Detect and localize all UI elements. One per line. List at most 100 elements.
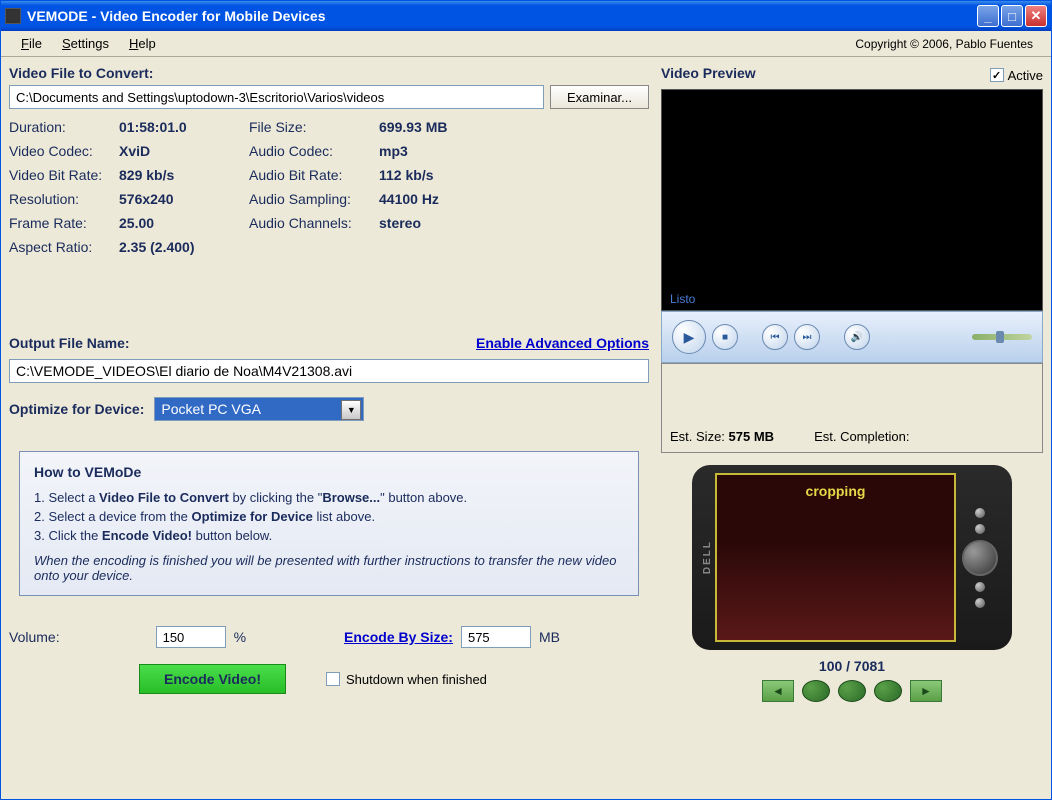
device-select[interactable]: Pocket PC VGA bbox=[154, 397, 364, 421]
active-check-row: ✓ Active bbox=[990, 68, 1043, 83]
frame-play-button[interactable] bbox=[838, 680, 866, 702]
volume-label: Volume: bbox=[9, 629, 60, 645]
frame-counter: 100 / 7081 bbox=[819, 658, 885, 674]
optimize-row: Optimize for Device: Pocket PC VGA bbox=[9, 397, 649, 421]
achannels-label: Audio Channels: bbox=[249, 215, 379, 231]
frame-last-button[interactable]: ► bbox=[910, 680, 942, 702]
frame-fwd-button[interactable] bbox=[874, 680, 902, 702]
menu-file[interactable]: File bbox=[11, 34, 52, 53]
input-file-field[interactable] bbox=[9, 85, 544, 109]
device-screen-text: cropping bbox=[806, 483, 866, 499]
framerate-value: 25.00 bbox=[119, 215, 249, 231]
stop-button[interactable]: ■ bbox=[712, 324, 738, 350]
estimate-box: Est. Size: 575 MB Est. Completion: bbox=[661, 363, 1043, 453]
shutdown-label: Shutdown when finished bbox=[346, 672, 487, 687]
shutdown-checkbox[interactable] bbox=[326, 672, 340, 686]
active-checkbox[interactable]: ✓ bbox=[990, 68, 1004, 82]
volume-size-row: Volume: % Encode By Size: MB bbox=[9, 626, 649, 648]
device-mockup: DELL cropping bbox=[692, 465, 1012, 650]
frame-first-button[interactable]: ◄ bbox=[762, 680, 794, 702]
shutdown-row: Shutdown when finished bbox=[326, 672, 487, 687]
vbitrate-value: 829 kb/s bbox=[119, 167, 249, 183]
device-brand: DELL bbox=[700, 532, 715, 582]
howto-step-1: 1. Select a Video File to Convert by cli… bbox=[34, 490, 624, 505]
howto-step-2: 2. Select a device from the Optimize for… bbox=[34, 509, 624, 524]
left-panel: Video File to Convert: Examinar... Durat… bbox=[9, 65, 649, 791]
abitrate-value: 112 kb/s bbox=[379, 167, 499, 183]
asampling-label: Audio Sampling: bbox=[249, 191, 379, 207]
input-file-label: Video File to Convert: bbox=[9, 65, 649, 81]
active-label: Active bbox=[1008, 68, 1043, 83]
encode-button[interactable]: Encode Video! bbox=[139, 664, 286, 694]
frame-nav: 100 / 7081 ◄ ► bbox=[661, 658, 1043, 702]
device-dpad-icon bbox=[962, 540, 998, 576]
est-completion: Est. Completion: bbox=[814, 429, 909, 444]
howto-step-3: 3. Click the Encode Video! button below. bbox=[34, 528, 624, 543]
volume-slider[interactable] bbox=[972, 334, 1032, 340]
device-dot-icon bbox=[975, 508, 985, 518]
titlebar: VEMODE - Video Encoder for Mobile Device… bbox=[1, 1, 1051, 31]
right-panel: Video Preview ✓ Active Listo ▶ ■ ⏮ ⏭ 🔊 bbox=[661, 65, 1043, 791]
close-button[interactable]: ✕ bbox=[1025, 5, 1047, 27]
output-header-row: Output File Name: Enable Advanced Option… bbox=[9, 335, 649, 355]
window-title: VEMODE - Video Encoder for Mobile Device… bbox=[27, 8, 977, 24]
preview-header: Video Preview ✓ Active bbox=[661, 65, 1043, 85]
output-file-label: Output File Name: bbox=[9, 335, 130, 351]
copyright-text: Copyright © 2006, Pablo Fuentes bbox=[855, 37, 1041, 51]
prev-button[interactable]: ⏮ bbox=[762, 324, 788, 350]
video-info-grid: Duration: 01:58:01.0 File Size: 699.93 M… bbox=[9, 119, 649, 255]
encode-size-label[interactable]: Encode By Size: bbox=[344, 629, 453, 645]
framerate-label: Frame Rate: bbox=[9, 215, 119, 231]
aspect-value: 2.35 (2.400) bbox=[119, 239, 249, 255]
vcodec-value: XviD bbox=[119, 143, 249, 159]
howto-box: How to VEMoDe 1. Select a Video File to … bbox=[19, 451, 639, 596]
encode-size-unit: MB bbox=[539, 629, 560, 645]
play-button[interactable]: ▶ bbox=[672, 320, 706, 354]
preview-status: Listo bbox=[670, 292, 695, 306]
mute-button[interactable]: 🔊 bbox=[844, 324, 870, 350]
asampling-value: 44100 Hz bbox=[379, 191, 499, 207]
menubar: File Settings Help Copyright © 2006, Pab… bbox=[1, 31, 1051, 57]
window-controls: _ □ ✕ bbox=[977, 5, 1047, 27]
menu-settings[interactable]: Settings bbox=[52, 34, 119, 53]
vcodec-label: Video Codec: bbox=[9, 143, 119, 159]
device-dot-icon bbox=[975, 582, 985, 592]
volume-input[interactable] bbox=[156, 626, 226, 648]
acodec-label: Audio Codec: bbox=[249, 143, 379, 159]
optimize-label: Optimize for Device: bbox=[9, 401, 144, 417]
app-window: VEMODE - Video Encoder for Mobile Device… bbox=[0, 0, 1052, 800]
duration-value: 01:58:01.0 bbox=[119, 119, 249, 135]
browse-button[interactable]: Examinar... bbox=[550, 85, 649, 109]
next-button[interactable]: ⏭ bbox=[794, 324, 820, 350]
output-file-field[interactable] bbox=[9, 359, 649, 383]
device-dot-icon bbox=[975, 598, 985, 608]
content-area: Video File to Convert: Examinar... Durat… bbox=[1, 57, 1051, 799]
volume-unit: % bbox=[234, 629, 246, 645]
achannels-value: stereo bbox=[379, 215, 499, 231]
encode-row: Encode Video! Shutdown when finished bbox=[9, 664, 649, 694]
vbitrate-label: Video Bit Rate: bbox=[9, 167, 119, 183]
est-size: Est. Size: 575 MB bbox=[670, 429, 774, 444]
frame-buttons: ◄ ► bbox=[762, 680, 942, 702]
howto-note: When the encoding is finished you will b… bbox=[34, 553, 624, 583]
device-screen: cropping bbox=[715, 473, 956, 642]
filesize-label: File Size: bbox=[249, 119, 379, 135]
abitrate-label: Audio Bit Rate: bbox=[249, 167, 379, 183]
frame-back-button[interactable] bbox=[802, 680, 830, 702]
device-select-value: Pocket PC VGA bbox=[161, 401, 261, 417]
maximize-button[interactable]: □ bbox=[1001, 5, 1023, 27]
app-icon bbox=[5, 8, 21, 24]
device-dot-icon bbox=[975, 524, 985, 534]
filesize-value: 699.93 MB bbox=[379, 119, 499, 135]
advanced-options-link[interactable]: Enable Advanced Options bbox=[476, 335, 649, 351]
acodec-value: mp3 bbox=[379, 143, 499, 159]
menu-help[interactable]: Help bbox=[119, 34, 166, 53]
resolution-label: Resolution: bbox=[9, 191, 119, 207]
howto-title: How to VEMoDe bbox=[34, 464, 624, 480]
encode-size-input[interactable] bbox=[461, 626, 531, 648]
duration-label: Duration: bbox=[9, 119, 119, 135]
minimize-button[interactable]: _ bbox=[977, 5, 999, 27]
resolution-value: 576x240 bbox=[119, 191, 249, 207]
device-hw-controls bbox=[956, 504, 1004, 612]
preview-label: Video Preview bbox=[661, 65, 756, 81]
